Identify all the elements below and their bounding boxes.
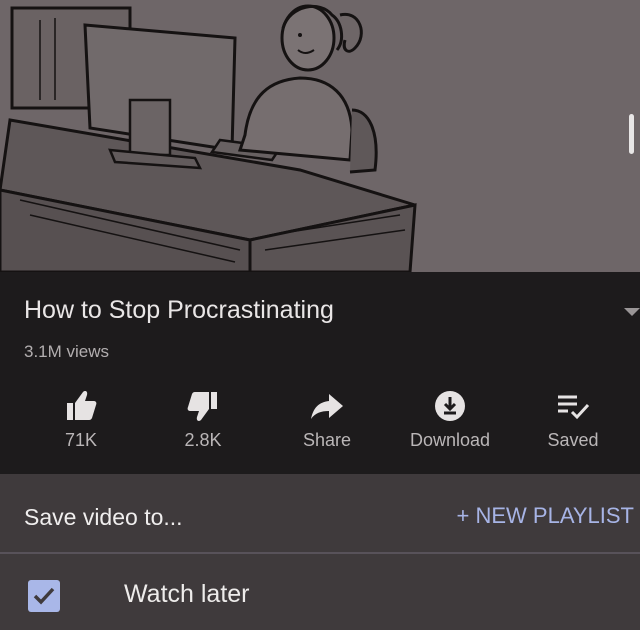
- download-icon: [435, 391, 465, 421]
- like-count: 71K: [64, 430, 98, 450]
- divider: [0, 552, 640, 554]
- share-button[interactable]: Share: [272, 382, 382, 462]
- sheet-title: Save video to...: [24, 504, 183, 530]
- action-bar: 71K 2.8K Share Download Saved: [0, 382, 640, 462]
- checkmark-icon: [33, 587, 55, 605]
- video-thumbnail-sketch: [0, 0, 640, 272]
- new-playlist-button[interactable]: + NEW PLAYLIST: [457, 503, 634, 529]
- save-to-playlist-sheet: Save video to... + NEW PLAYLIST Watch la…: [0, 474, 640, 630]
- video-title: How to Stop Procrastinating: [24, 296, 334, 324]
- view-count: 3.1M views: [24, 342, 110, 361]
- share-icon: [311, 394, 343, 419]
- video-player[interactable]: [0, 0, 640, 272]
- download-button[interactable]: Download: [395, 382, 505, 462]
- video-info-panel: How to Stop Procrastinating 3.1M views 7…: [0, 272, 640, 474]
- saved-label: Saved: [547, 430, 599, 450]
- dislike-button[interactable]: 2.8K: [148, 382, 258, 462]
- like-button[interactable]: 71K: [26, 382, 136, 462]
- thumbs-up-icon: [67, 391, 97, 420]
- share-label: Share: [302, 430, 352, 450]
- playlist-label-watch-later: Watch later: [124, 580, 250, 608]
- watch-later-checkbox[interactable]: [28, 580, 60, 612]
- dislike-count: 2.8K: [184, 430, 222, 450]
- playlist-check-icon: [558, 395, 590, 420]
- thumbs-down-icon: [187, 392, 217, 421]
- scrollbar-thumb[interactable]: [629, 114, 634, 154]
- expand-chevron-icon[interactable]: [624, 308, 640, 316]
- saved-button[interactable]: Saved: [518, 382, 628, 462]
- download-label: Download: [409, 430, 491, 450]
